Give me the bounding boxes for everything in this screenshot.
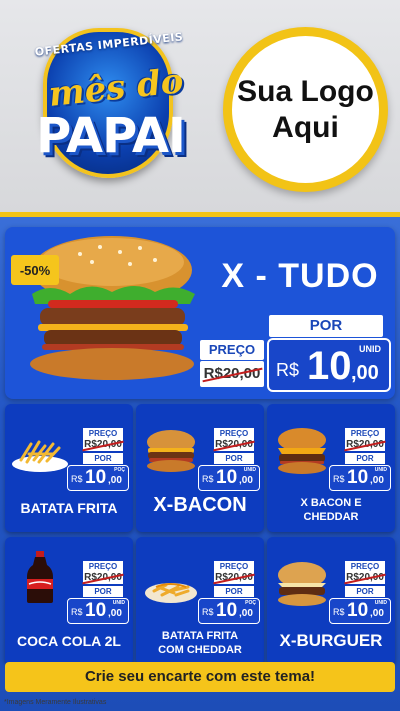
price-decimal: ,00 <box>370 608 384 619</box>
price-integer: 10 <box>85 600 107 621</box>
new-price: R$ 10 ,00 POÇ <box>67 465 129 491</box>
price-integer: 10 <box>85 467 107 488</box>
hero-preco-label: PREÇO <box>200 340 264 360</box>
por-label: POR <box>214 586 254 597</box>
currency: R$ <box>333 607 345 617</box>
preco-label: PREÇO <box>83 561 123 572</box>
burger-icon <box>147 430 195 472</box>
product-name-line-1: X BACON E <box>300 497 362 509</box>
old-price: R$20,00 <box>83 572 123 584</box>
new-price: R$ 10 ,00 POÇ <box>198 598 260 624</box>
hero-price-integer: 10 <box>307 344 352 388</box>
disclaimer-text: *Imagens Meramente Ilustrativas <box>4 699 107 706</box>
product-name: X-BURGUER <box>279 631 383 650</box>
new-price: R$ 10 ,00 UNID <box>67 598 129 624</box>
unit: POÇ <box>114 467 125 473</box>
hero-unit: UNID <box>359 344 381 354</box>
hero-price-decimal: ,00 <box>351 362 379 384</box>
product-card-batata-frita[interactable]: PREÇO R$20,00 POR R$ 10 ,00 POÇ BATATA F… <box>5 404 133 532</box>
product-card-coca-cola[interactable]: PREÇO R$20,00 POR R$ 10 ,00 UNID COCA CO… <box>5 537 133 665</box>
discount-badge: -50% <box>11 255 59 285</box>
old-price: R$20,00 <box>214 572 254 584</box>
price-decimal: ,00 <box>108 475 122 486</box>
preco-label: PREÇO <box>345 428 385 439</box>
price-integer: 10 <box>347 600 369 621</box>
currency: R$ <box>71 607 83 617</box>
product-name: X BACON E CHEDDAR <box>269 496 393 524</box>
cheddar-burger-icon <box>278 428 326 474</box>
header: OFERTAS IMPERDÍVEIS mês do PAPAI Sua Log… <box>0 0 400 212</box>
hero-card[interactable]: -50% X - TUDO PREÇO R$20,00 POR R$ 10 ,0… <box>5 227 395 399</box>
hero-product-title: X - TUDO <box>221 257 379 295</box>
product-name: BATATA FRITA COM CHEDDAR <box>138 629 262 657</box>
old-price: R$20,00 <box>83 439 123 451</box>
old-price: R$20,00 <box>345 439 385 451</box>
preco-label: PREÇO <box>83 428 123 439</box>
cheddar-fries-icon <box>145 583 197 603</box>
product-name-line-1: BATATA FRITA <box>161 630 239 642</box>
badge-papai-text: PAPAI <box>36 108 186 164</box>
logo-line-2: Aqui <box>272 110 339 144</box>
product-name: COCA COLA 2L <box>17 633 121 649</box>
preco-label: PREÇO <box>214 561 254 572</box>
old-price-text: R$20,00 <box>84 439 122 450</box>
unit: POÇ <box>245 600 256 606</box>
burger-icon <box>278 562 326 606</box>
old-price-text: R$20,00 <box>215 439 253 450</box>
product-name-line-2: CHEDDAR <box>303 511 359 523</box>
new-price: R$ 10 ,00 UNID <box>329 598 391 624</box>
old-price: R$20,00 <box>345 572 385 584</box>
currency: R$ <box>202 607 214 617</box>
hero-por-label: POR <box>269 315 383 337</box>
product-name-line-2: COM CHEDDAR <box>158 644 242 656</box>
hero-old-price-text: R$20,00 <box>203 365 261 382</box>
product-card-x-bacon[interactable]: PREÇO R$20,00 POR R$ 10 ,00 UNID X-BACON <box>136 404 264 532</box>
old-price: R$20,00 <box>214 439 254 451</box>
price-integer: 10 <box>347 467 369 488</box>
price-integer: 10 <box>216 467 238 488</box>
hero-new-price: R$ 10 ,00 UNID <box>267 338 391 392</box>
product-card-x-bacon-cheddar[interactable]: PREÇO R$20,00 POR R$ 10 ,00 UNID X BACON… <box>267 404 395 532</box>
hero-old-price: R$20,00 <box>200 361 264 387</box>
por-label: POR <box>83 453 123 464</box>
price-decimal: ,00 <box>108 608 122 619</box>
currency: R$ <box>71 474 83 484</box>
logo-placeholder[interactable]: Sua Logo Aqui <box>223 27 388 192</box>
unit: UNID <box>243 467 256 473</box>
old-price-text: R$20,00 <box>84 572 122 583</box>
product-name: X-BACON <box>153 494 247 516</box>
price-decimal: ,00 <box>239 608 253 619</box>
por-label: POR <box>214 453 254 464</box>
unit: UNID <box>374 467 387 473</box>
old-price-text: R$20,00 <box>215 572 253 583</box>
price-integer: 10 <box>216 600 238 621</box>
unit: UNID <box>374 600 387 606</box>
por-label: POR <box>345 586 385 597</box>
soda-bottle-icon <box>27 551 53 603</box>
new-price: R$ 10 ,00 UNID <box>329 465 391 491</box>
product-card-batata-cheddar[interactable]: PREÇO R$20,00 POR R$ 10 ,00 POÇ BATATA F… <box>136 537 264 665</box>
old-price-text: R$20,00 <box>346 572 384 583</box>
mes-do-papai-badge: OFERTAS IMPERDÍVEIS mês do PAPAI <box>8 20 213 192</box>
main-panel: -50% X - TUDO PREÇO R$20,00 POR R$ 10 ,0… <box>0 212 400 711</box>
product-name: BATATA FRITA <box>20 500 118 516</box>
fries-icon <box>12 440 68 472</box>
por-label: POR <box>83 586 123 597</box>
por-label: POR <box>345 453 385 464</box>
product-card-x-burguer[interactable]: PREÇO R$20,00 POR R$ 10 ,00 UNID X-BURGU… <box>267 537 395 665</box>
preco-label: PREÇO <box>345 561 385 572</box>
new-price: R$ 10 ,00 UNID <box>198 465 260 491</box>
price-decimal: ,00 <box>239 475 253 486</box>
price-decimal: ,00 <box>370 475 384 486</box>
unit: UNID <box>112 600 125 606</box>
currency: R$ <box>333 474 345 484</box>
currency: R$ <box>202 474 214 484</box>
old-price-text: R$20,00 <box>346 439 384 450</box>
cta-banner[interactable]: Crie seu encarte com este tema! <box>5 662 395 692</box>
logo-line-1: Sua Logo <box>237 74 374 108</box>
preco-label: PREÇO <box>214 428 254 439</box>
hero-currency: R$ <box>276 360 300 380</box>
